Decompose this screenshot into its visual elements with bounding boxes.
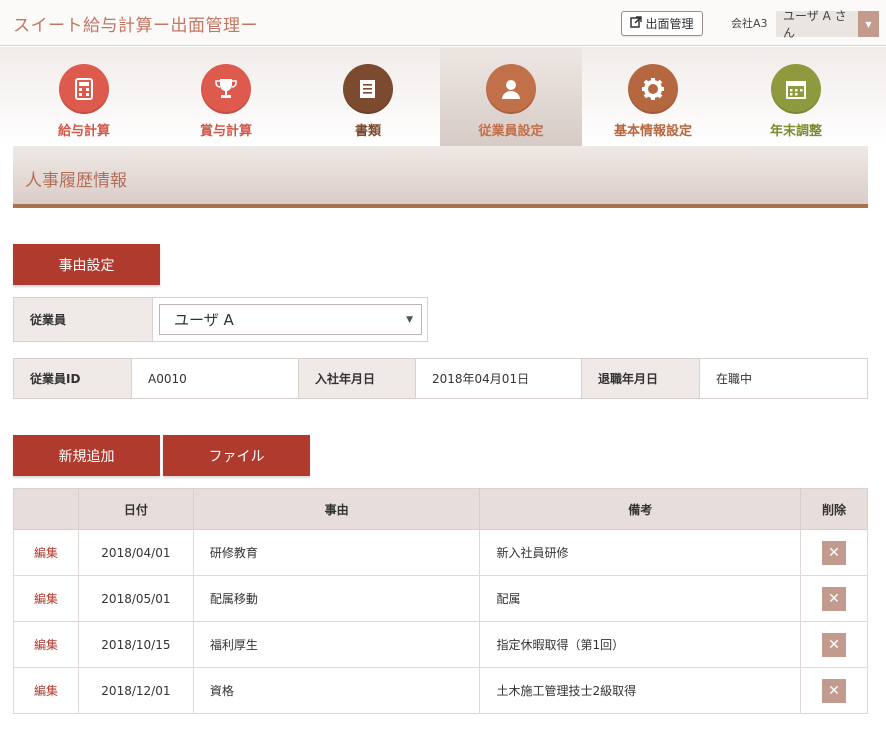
nav-item-employee-settings[interactable]: 従業員設定 <box>440 47 582 146</box>
note-cell: 配属 <box>479 575 802 622</box>
nav-item-bonus[interactable]: 賞与計算 <box>155 47 297 146</box>
column-header <box>13 488 79 530</box>
dememen-button-label: 出面管理 <box>645 17 694 31</box>
edit-link[interactable]: 編集 <box>34 592 58 606</box>
caret-down-icon: ▼ <box>406 315 413 325</box>
file-button[interactable]: ファイル <box>163 435 310 476</box>
date-cell: 2018/05/01 <box>77 575 194 622</box>
delete-icon[interactable]: ✕ <box>822 678 847 703</box>
nav-label: 年末調整 <box>769 124 822 139</box>
external-link-icon <box>630 16 643 31</box>
history-table: 日付 事由 備考 削除 編集 2018/04/01 研修教育 新入社員研修 ✕ … <box>13 488 868 714</box>
retire-date-value: 在職中 <box>716 372 753 386</box>
reason-cell: 資格 <box>192 667 481 714</box>
note-cell: 指定休暇取得（第1回） <box>479 621 802 668</box>
calculator-icon <box>59 64 109 114</box>
table-row: 編集 2018/10/15 福利厚生 指定休暇取得（第1回） ✕ <box>13 621 868 668</box>
user-name: ユーザ A さん <box>783 9 847 40</box>
column-header: 日付 <box>77 488 194 530</box>
employee-id-value: A0010 <box>132 359 299 398</box>
date-cell: 2018/12/01 <box>77 667 194 714</box>
table-row: 編集 2018/04/01 研修教育 新入社員研修 ✕ <box>13 529 868 576</box>
employee-selector-row: 従業員 ユーザ A ▼ <box>13 297 428 342</box>
column-header: 備考 <box>479 488 802 530</box>
table-row: 編集 2018/05/01 配属移動 配属 ✕ <box>13 575 868 622</box>
main-nav: 給与計算 賞与計算 書類 従業員設定 基本情報設定 年末調整 <box>0 47 886 146</box>
nav-label: 従業員設定 <box>478 124 544 139</box>
join-date-label: 入社年月日 <box>299 359 416 398</box>
app-title: スイート給与計算ー出面管理ー <box>13 16 258 36</box>
employee-info-row: 従業員ID A0010 入社年月日 2018年04月01日 退職年月日 在職中 <box>13 358 868 399</box>
date-cell: 2018/04/01 <box>77 529 194 576</box>
note-cell: 新入社員研修 <box>479 529 802 576</box>
delete-icon[interactable]: ✕ <box>822 540 847 565</box>
reason-cell: 配属移動 <box>192 575 481 622</box>
edit-link[interactable]: 編集 <box>34 684 58 698</box>
note-cell: 土木施工管理技士2級取得 <box>479 667 802 714</box>
edit-link[interactable]: 編集 <box>34 638 58 652</box>
delete-icon[interactable]: ✕ <box>822 586 847 611</box>
column-header: 事由 <box>192 488 481 530</box>
person-icon <box>486 64 536 114</box>
nav-label: 基本情報設定 <box>613 124 692 139</box>
reason-settings-button[interactable]: 事由設定 <box>13 244 160 285</box>
nav-item-year-end[interactable]: 年末調整 <box>725 47 867 146</box>
user-menu-button[interactable]: ユーザ A さん <box>776 9 858 40</box>
reason-cell: 福利厚生 <box>192 621 481 668</box>
employee-id-label: 従業員ID <box>14 359 132 398</box>
gear-icon <box>628 64 678 114</box>
trophy-icon <box>201 64 251 114</box>
table-header-row: 日付 事由 備考 削除 <box>13 488 868 530</box>
retire-date-label: 退職年月日 <box>582 359 700 398</box>
column-header: 削除 <box>800 488 868 530</box>
table-row: 編集 2018/12/01 資格 土木施工管理技士2級取得 ✕ <box>13 667 868 714</box>
caret-down-icon[interactable]: ▼ <box>858 11 879 37</box>
nav-item-documents[interactable]: 書類 <box>297 47 439 146</box>
date-cell: 2018/10/15 <box>77 621 194 668</box>
company-name: 会社A3 <box>731 17 768 30</box>
join-date-value: 2018年04月01日 <box>416 359 582 398</box>
nav-label: 賞与計算 <box>199 124 252 139</box>
nav-label: 書類 <box>354 124 381 139</box>
nav-item-basic-settings[interactable]: 基本情報設定 <box>582 47 724 146</box>
add-new-button[interactable]: 新規追加 <box>13 435 160 476</box>
edit-link[interactable]: 編集 <box>34 546 58 560</box>
nav-item-payroll[interactable]: 給与計算 <box>13 47 155 146</box>
reason-cell: 研修教育 <box>192 529 481 576</box>
employee-selected-value: ユーザ A <box>174 311 234 329</box>
calendar-icon <box>771 64 821 114</box>
document-icon <box>343 64 393 114</box>
employee-label: 従業員 <box>14 298 153 341</box>
page-title: 人事履歴情報 <box>25 171 127 191</box>
section-header: 人事履歴情報 <box>13 146 868 208</box>
dememen-button[interactable]: 出面管理 <box>621 11 703 36</box>
delete-icon[interactable]: ✕ <box>822 632 847 657</box>
employee-select[interactable]: ユーザ A ▼ <box>159 304 422 335</box>
app-header: スイート給与計算ー出面管理ー 出面管理 会社A3 ユーザ A さん ▼ <box>0 0 886 46</box>
nav-label: 給与計算 <box>57 124 110 139</box>
